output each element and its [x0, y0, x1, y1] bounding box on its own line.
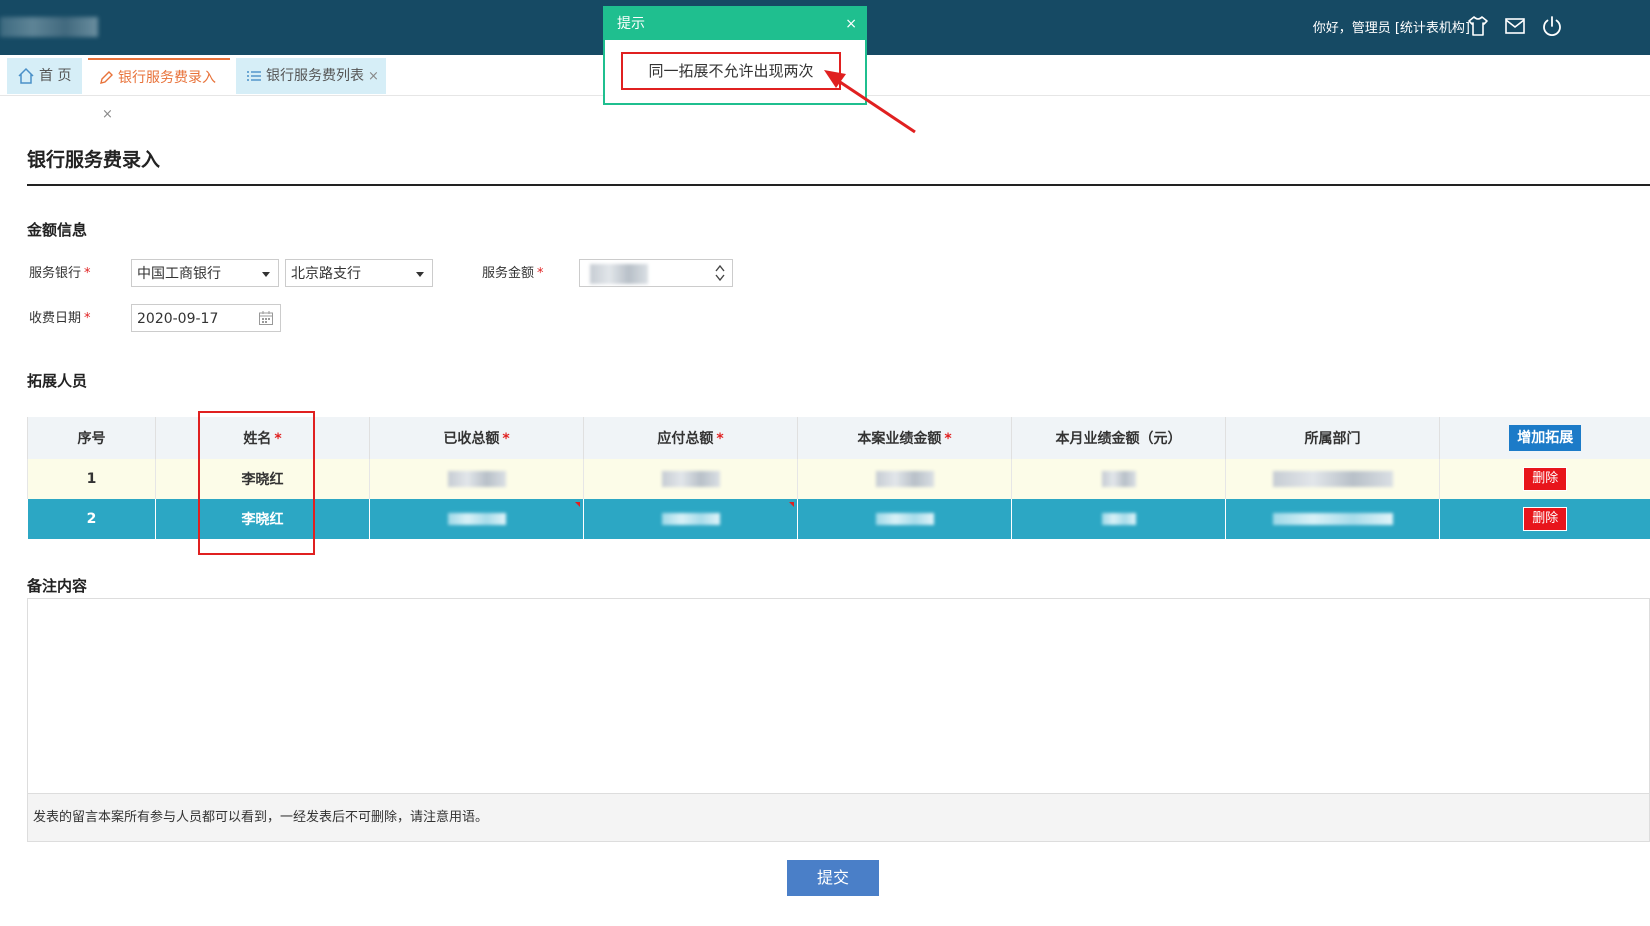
tab-fee-entry-label: 银行服务费录入 — [118, 70, 216, 86]
tab-fee-list[interactable]: 银行服务费列表 × — [236, 58, 386, 94]
column-header: 应付总额 * — [583, 417, 798, 459]
calendar-icon[interactable] — [258, 310, 274, 326]
tab-home-label: 首 页 — [39, 68, 72, 84]
add-staff-button[interactable]: 增加拓展 — [1509, 425, 1582, 451]
tab-fee-list-label: 银行服务费列表 — [266, 68, 364, 84]
row-case-amount[interactable] — [797, 499, 1012, 539]
shirt-icon[interactable] — [1466, 14, 1490, 38]
redacted-value — [590, 264, 648, 284]
mail-icon[interactable] — [1503, 14, 1527, 38]
chevron-down-icon — [416, 272, 424, 277]
amount-input[interactable] — [579, 259, 733, 287]
tab-fee-entry[interactable]: 银行服务费录入 × — [88, 58, 230, 122]
column-header: 所属部门 — [1225, 417, 1440, 459]
column-header: 序号 — [27, 417, 156, 459]
toast-message: 同一拓展不允许出现两次 — [621, 52, 841, 90]
chevron-down-icon — [262, 272, 270, 277]
redacted-value — [447, 471, 506, 487]
column-header: 本月业绩金额（元） — [1011, 417, 1226, 459]
section-heading-staff: 拓展人员 — [27, 372, 88, 390]
power-icon[interactable] — [1540, 14, 1564, 38]
remarks-note: 发表的留言本案所有参与人员都可以看到，一经发表后不可删除，请注意用语。 — [28, 793, 1649, 841]
edit-icon — [100, 71, 113, 84]
close-icon[interactable]: × — [845, 8, 857, 40]
home-icon — [18, 67, 34, 84]
section-heading-amount: 金额信息 — [27, 221, 88, 239]
toast-title: 提示 — [617, 16, 645, 32]
annotation-highlight-box — [198, 411, 315, 555]
redacted-value — [875, 513, 934, 525]
row-month-amount — [1011, 459, 1226, 499]
column-header: 已收总额 * — [369, 417, 584, 459]
row-payable-total[interactable] — [583, 499, 798, 539]
remarks-box: 发表的留言本案所有参与人员都可以看到，一经发表后不可删除，请注意用语。 — [27, 598, 1650, 842]
delete-button[interactable]: 删除 — [1523, 467, 1568, 491]
amount-label: 服务金额 * — [482, 266, 544, 281]
redacted-value — [661, 471, 720, 487]
toast-header: 提示 × — [605, 8, 865, 40]
bank-select-value: 中国工商银行 — [137, 266, 221, 282]
remarks-textarea[interactable] — [28, 599, 1649, 794]
modified-marker — [575, 502, 580, 507]
row-case-amount[interactable] — [797, 459, 1012, 499]
row-month-amount — [1011, 499, 1226, 539]
row-received-total[interactable] — [369, 499, 584, 539]
row-index: 2 — [27, 499, 156, 539]
row-department — [1225, 499, 1440, 539]
logo — [0, 17, 98, 37]
row-department — [1225, 459, 1440, 499]
annotation-arrow-icon — [824, 70, 916, 134]
section-heading-remarks: 备注内容 — [27, 577, 88, 595]
branch-select[interactable]: 北京路支行 — [285, 259, 433, 287]
submit-button[interactable]: 提交 — [787, 860, 879, 896]
redacted-value — [1272, 471, 1393, 487]
column-header-actions: 增加拓展 — [1439, 417, 1650, 459]
modified-marker — [789, 502, 794, 507]
title-divider — [27, 184, 1650, 186]
branch-select-value: 北京路支行 — [291, 266, 361, 282]
row-payable-total[interactable] — [583, 459, 798, 499]
redacted-value — [661, 513, 720, 525]
bank-select[interactable]: 中国工商银行 — [131, 259, 279, 287]
spinner-icon[interactable] — [714, 263, 726, 283]
date-input[interactable]: 2020-09-17 — [131, 304, 281, 332]
page-title: 银行服务费录入 — [27, 149, 161, 171]
column-header: 本案业绩金额 * — [797, 417, 1012, 459]
row-received-total[interactable] — [369, 459, 584, 499]
close-icon[interactable]: × — [368, 69, 379, 84]
redacted-value — [1101, 471, 1136, 487]
redacted-value — [447, 513, 506, 525]
redacted-value — [875, 471, 934, 487]
bank-label: 服务银行 * — [29, 266, 91, 281]
row-actions: 删除 — [1439, 499, 1650, 539]
date-value: 2020-09-17 — [137, 311, 219, 327]
row-index: 1 — [27, 459, 156, 499]
row-actions: 删除 — [1439, 459, 1650, 499]
list-icon — [247, 71, 261, 81]
close-icon[interactable]: × — [102, 107, 113, 122]
redacted-value — [1272, 513, 1393, 525]
delete-button[interactable]: 删除 — [1523, 507, 1568, 531]
redacted-value — [1101, 513, 1136, 525]
date-label: 收费日期 * — [29, 311, 91, 326]
tab-home[interactable]: 首 页 — [7, 58, 82, 94]
user-greeting: 你好，管理员 [统计表机构] — [1312, 21, 1470, 36]
